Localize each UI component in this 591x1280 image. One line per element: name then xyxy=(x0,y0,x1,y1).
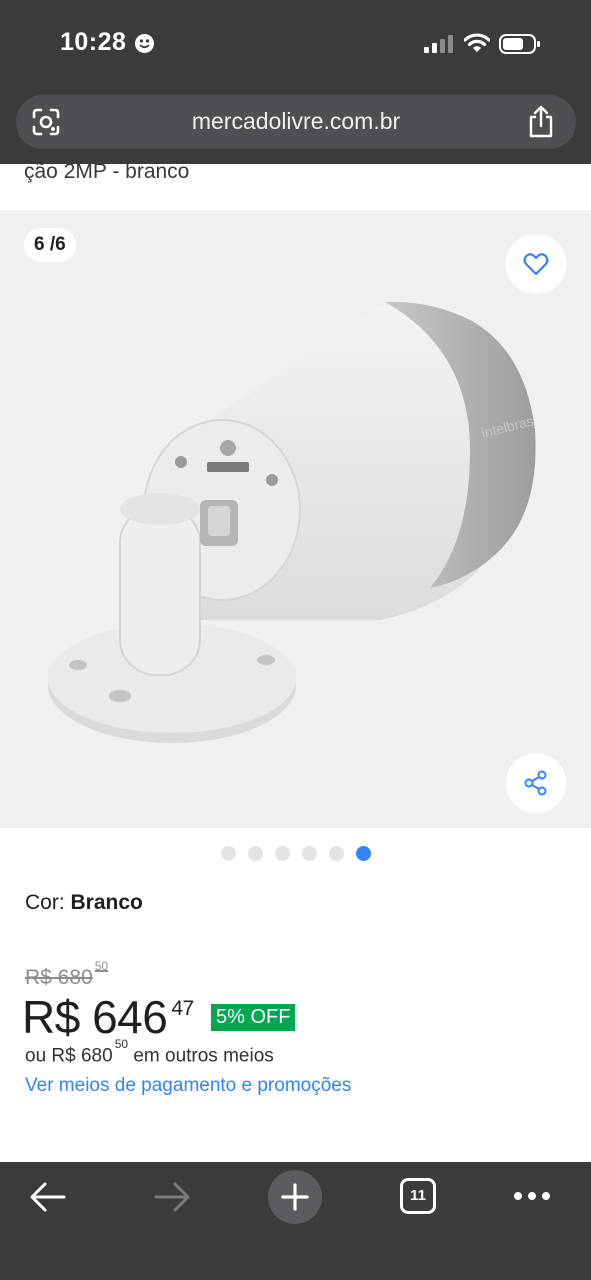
gallery-dot-active[interactable] xyxy=(356,846,371,861)
price-cents: 47 xyxy=(171,997,194,1020)
gallery-dot[interactable] xyxy=(221,846,236,861)
share-icon[interactable] xyxy=(526,105,556,139)
smiley-icon xyxy=(135,34,154,53)
gallery-dot[interactable] xyxy=(329,846,344,861)
signal-icon xyxy=(424,35,453,53)
gallery-pagination xyxy=(0,846,591,862)
other-price-value: ou R$ 680 xyxy=(25,1045,113,1067)
wifi-icon xyxy=(464,33,490,52)
discount-badge: 5% OFF xyxy=(211,1004,296,1031)
product-title: ção 2MP - branco xyxy=(24,160,190,183)
heart-icon xyxy=(523,253,549,276)
new-tab-button[interactable] xyxy=(268,1170,322,1224)
share-product-button[interactable] xyxy=(506,753,566,813)
gallery-dot[interactable] xyxy=(248,846,263,861)
old-price-cents: 50 xyxy=(94,959,109,973)
gallery-dot[interactable] xyxy=(275,846,290,861)
forward-arrow-icon[interactable] xyxy=(152,1180,192,1214)
color-value: Branco xyxy=(70,891,143,914)
browser-bottom-toolbar: 11 xyxy=(0,1162,591,1280)
url-text: mercadolivre.com.br xyxy=(191,108,401,134)
other-price-cents: 50 xyxy=(114,1037,129,1051)
status-time: 10:28 xyxy=(60,28,127,56)
current-price: R$ 646 47 xyxy=(22,990,194,1044)
favorite-button[interactable] xyxy=(506,234,566,294)
payment-methods-link[interactable]: Ver meios de pagamento e promoções xyxy=(25,1075,351,1097)
tab-switcher-button[interactable]: 11 xyxy=(400,1178,436,1214)
old-price: R$ 680 50 xyxy=(25,959,108,990)
plus-icon xyxy=(281,1183,309,1211)
image-counter: 6 /6 xyxy=(24,228,76,262)
address-bar[interactable]: mercadolivre.com.br xyxy=(16,95,576,149)
price-value: R$ 646 xyxy=(22,991,168,1043)
other-price-suffix: em outros meios xyxy=(128,1045,274,1067)
other-payment-price: ou R$ 68050 em outros meios xyxy=(25,1037,274,1067)
status-bar: 10:28 xyxy=(0,0,591,90)
color-selector: Cor: Branco xyxy=(25,891,143,915)
more-icon[interactable] xyxy=(512,1190,552,1202)
product-gallery[interactable]: intelbras xyxy=(0,210,591,828)
browser-top-chrome: 10:28 mercadolivre.com.br xyxy=(0,0,591,164)
gallery-dot[interactable] xyxy=(302,846,317,861)
share-nodes-icon xyxy=(524,770,547,796)
back-arrow-icon[interactable] xyxy=(28,1180,68,1214)
old-price-value: R$ 680 xyxy=(25,966,93,989)
color-label: Cor: xyxy=(25,891,71,914)
battery-icon xyxy=(499,34,540,54)
product-image[interactable]: intelbras xyxy=(0,210,591,828)
